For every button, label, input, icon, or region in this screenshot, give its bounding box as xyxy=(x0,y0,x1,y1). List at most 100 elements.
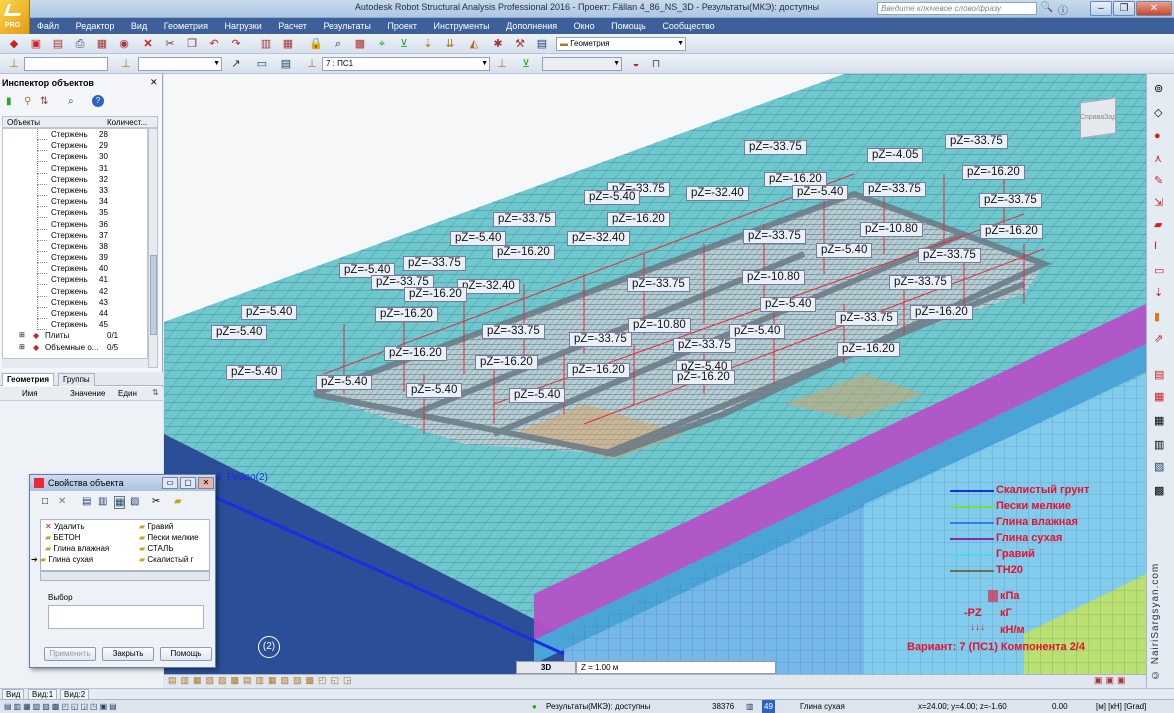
loads-icon[interactable]: ⇣ xyxy=(420,36,436,52)
supports-icon[interactable]: ⊻ xyxy=(396,36,412,52)
tree-row[interactable]: Стержень 31 xyxy=(3,162,147,174)
print-preview-icon[interactable]: ▦ xyxy=(94,36,110,52)
icon-view-icon[interactable]: ▦ xyxy=(114,496,126,509)
filter-icon[interactable]: ⚲ xyxy=(24,96,31,107)
calculator-icon[interactable]: ▩ xyxy=(352,36,368,52)
tree-row[interactable]: Стержень 40 xyxy=(3,263,147,275)
menu-analysis[interactable]: Расчет xyxy=(271,18,314,34)
help-search-input[interactable]: Введите ключевое слово/фразу xyxy=(877,2,1037,15)
new-icon[interactable]: □ xyxy=(42,496,48,507)
tile-view-icon[interactable]: ▧ xyxy=(130,496,139,507)
selection-field[interactable] xyxy=(48,605,204,629)
pointer-icon[interactable]: ↗ xyxy=(228,56,244,72)
tree-row[interactable]: Стержень 34 xyxy=(3,196,147,208)
link-icon[interactable]: ⊓ xyxy=(648,56,664,72)
menu-project[interactable]: Проект xyxy=(380,18,424,34)
mode-combo[interactable]: ▼ xyxy=(542,57,622,71)
minimize-button[interactable]: – xyxy=(1090,1,1112,16)
results-table-icon[interactable]: ▦ xyxy=(1154,390,1164,403)
list-view-icon[interactable]: ▤ xyxy=(82,496,91,507)
menu-geometry[interactable]: Геометрия xyxy=(157,18,215,34)
load-case-selector[interactable]: 7 : ПС1 ▼ xyxy=(322,57,490,71)
design-icon[interactable]: ▥ xyxy=(1154,438,1164,451)
scroll-thumb[interactable] xyxy=(150,255,157,335)
help-icon[interactable]: ? xyxy=(92,95,104,107)
col-unit[interactable]: Един xyxy=(118,389,137,398)
solid-icon[interactable]: ▮ xyxy=(1154,310,1160,323)
menu-help[interactable]: Помощь xyxy=(604,18,653,34)
new-file-icon[interactable]: ◆ xyxy=(6,36,22,52)
dialog-minimize-button[interactable]: ▭ xyxy=(162,477,178,489)
col-objects[interactable]: Объекты xyxy=(7,118,40,127)
menu-file[interactable]: Файл xyxy=(30,18,66,34)
sections-icon[interactable]: ✎ xyxy=(1154,174,1163,187)
info-icon[interactable]: ⓘ xyxy=(1056,2,1070,17)
table-icon[interactable]: ▥ xyxy=(258,36,274,52)
tree-icon[interactable]: ▮ xyxy=(6,96,12,107)
col-name[interactable]: Имя xyxy=(22,389,38,398)
tree-scrollbar[interactable] xyxy=(148,128,158,368)
material-icon[interactable]: ▭ xyxy=(1154,264,1164,277)
menu-edit[interactable]: Редактор xyxy=(69,18,122,34)
tree-row[interactable]: Стержень 42 xyxy=(3,285,147,297)
node-selection-field[interactable] xyxy=(24,57,108,71)
print-icon[interactable]: ⎙ xyxy=(72,36,88,52)
tree-row[interactable]: Стержень 33 xyxy=(3,184,147,196)
panels-icon[interactable]: ▰ xyxy=(1154,218,1162,231)
menu-view[interactable]: Вид xyxy=(124,18,154,34)
redo-icon[interactable]: ↷ xyxy=(228,36,244,52)
menu-results[interactable]: Результаты xyxy=(316,18,377,34)
nodes-icon[interactable]: ● xyxy=(1154,130,1161,142)
tree-row[interactable]: Стержень 35 xyxy=(3,207,147,219)
results-icon[interactable]: ⇊ xyxy=(442,36,458,52)
layout-selector[interactable]: ▬ Геометрия ▼ xyxy=(556,37,686,51)
tree-group-row[interactable]: ⊞ ◆ Объемные о... 0/5 xyxy=(3,342,147,353)
robot-logo-icon[interactable]: PRO xyxy=(0,0,30,34)
load-icon[interactable]: ⇣ xyxy=(1154,286,1163,299)
tree-row[interactable]: Стержень 45 xyxy=(3,319,147,331)
i-section-icon[interactable]: Ι xyxy=(1154,240,1157,252)
lock-icon[interactable]: 🔒 xyxy=(308,36,324,52)
tools-icon[interactable]: ⚒ xyxy=(512,36,528,52)
table-icon[interactable]: ▤ xyxy=(1154,368,1164,381)
tree-row[interactable]: Стержень 43 xyxy=(3,296,147,308)
close-dialog-button[interactable]: Закрыть xyxy=(102,647,154,661)
copy-icon[interactable]: ❐ xyxy=(184,36,200,52)
case-edit-icon[interactable]: ⊥ xyxy=(494,56,510,72)
layers-icon[interactable]: ▩ xyxy=(1154,484,1164,497)
releases-icon[interactable]: ⇲ xyxy=(1154,196,1163,209)
undo-icon[interactable]: ↶ xyxy=(206,36,222,52)
dialog-close-button[interactable]: ✕ xyxy=(198,477,214,489)
material-item[interactable]: ▰ Гравий xyxy=(139,522,173,531)
inspector-close-icon[interactable]: ✕ xyxy=(150,77,158,88)
search-icon[interactable]: 🔍 xyxy=(1040,2,1054,16)
tree-row[interactable]: Стержень 41 xyxy=(3,274,147,286)
properties-menu-icon[interactable]: ⇅ xyxy=(152,388,159,397)
bar-select-icon[interactable]: ⊥ xyxy=(118,56,134,72)
expand-icon[interactable]: ⊞ xyxy=(19,330,25,341)
bar-selection-field[interactable]: ▼ xyxy=(138,57,222,71)
save-icon[interactable]: ▤ xyxy=(50,36,66,52)
col-count[interactable]: Количест... xyxy=(107,118,147,127)
tree-row[interactable]: Стержень 32 xyxy=(3,173,147,185)
open-file-icon[interactable]: ▣ xyxy=(28,36,44,52)
material-item-selected[interactable]: ➔ ▰ Глина сухая xyxy=(31,555,93,564)
tree-row[interactable]: Стержень 37 xyxy=(3,229,147,241)
cut-icon[interactable]: ✂ xyxy=(152,496,160,507)
maximize-button[interactable]: ❐ xyxy=(1113,1,1135,16)
expand-icon[interactable]: ⊞ xyxy=(19,342,25,353)
tree-group-row[interactable]: ⊞ ◆ Плиты 0/1 xyxy=(3,330,147,341)
node-select-icon[interactable]: ⊥ xyxy=(6,56,22,72)
panel-icon[interactable]: ◒ xyxy=(628,56,644,72)
tree-row[interactable]: Стержень 30 xyxy=(3,151,147,163)
tree-row[interactable]: Стержень 44 xyxy=(3,308,147,319)
dialog-maximize-button[interactable]: ▢ xyxy=(180,477,196,489)
status-left-icons[interactable]: ▤▥▦▧▨▩◰◱◲◳▣▤ xyxy=(4,700,119,713)
z-level-field[interactable]: Z = 1.00 м xyxy=(576,661,776,674)
zoom-icon[interactable]: ⌕ xyxy=(330,36,346,52)
display-icon[interactable]: ▭ xyxy=(254,56,270,72)
mode-icon[interactable]: ⊻ xyxy=(518,56,534,72)
material-list-scrollbar[interactable] xyxy=(40,571,210,581)
material-item[interactable]: ▰ БЕТОН xyxy=(45,533,81,542)
viewcube-face-right[interactable]: Справа xyxy=(1080,114,1104,121)
